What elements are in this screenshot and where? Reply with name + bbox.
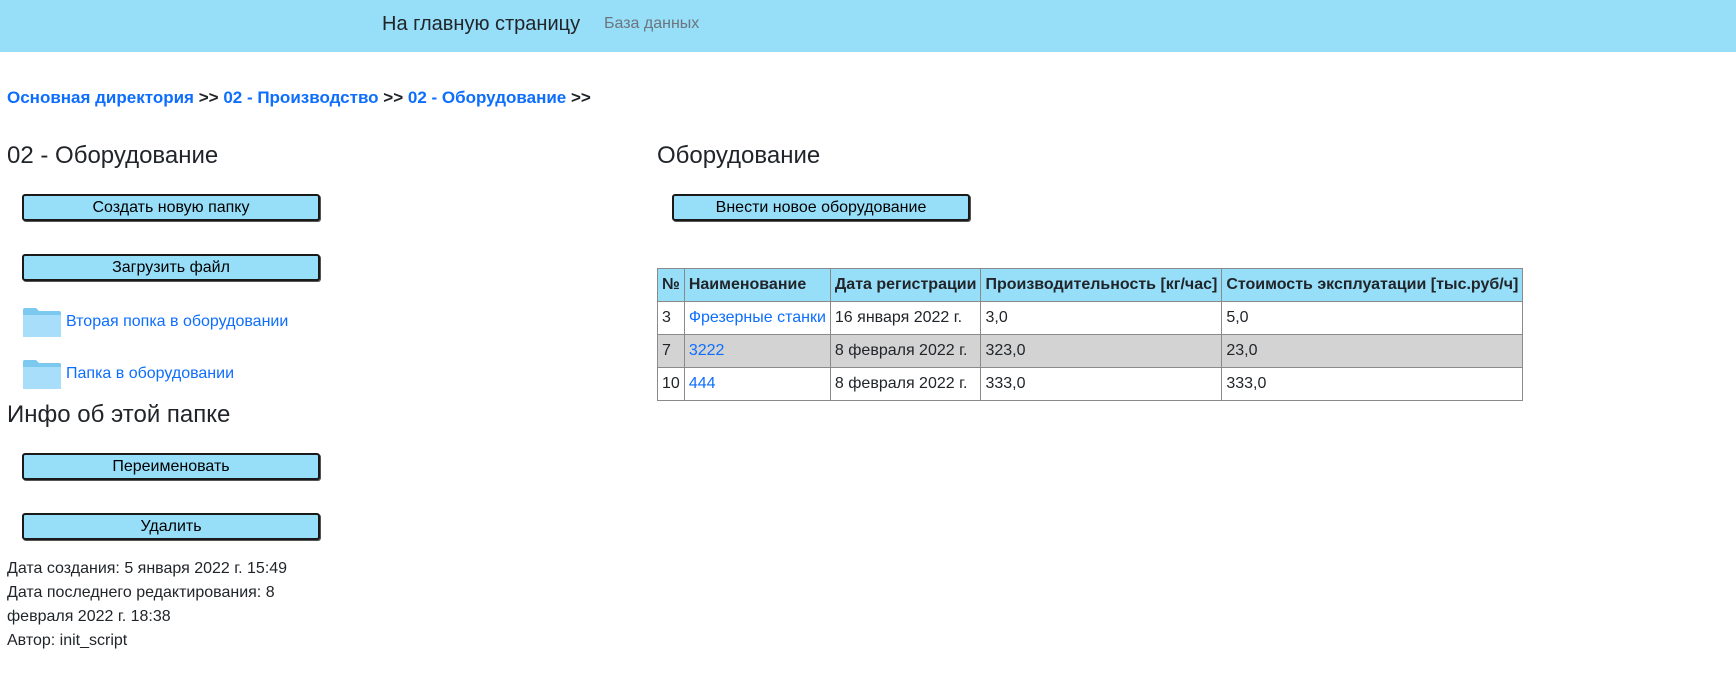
cell-date: 16 января 2022 г.: [829, 301, 982, 335]
database-link[interactable]: База данных: [604, 15, 699, 33]
cell-cost: 23,0: [1221, 334, 1524, 368]
home-link[interactable]: На главную страницу: [382, 13, 580, 36]
folder-title: 02 - Оборудование: [7, 142, 219, 169]
breadcrumb-item-equipment[interactable]: 02 - Оборудование: [408, 88, 566, 107]
equipment-link[interactable]: 3222: [689, 342, 725, 359]
create-folder-button[interactable]: Создать новую папку: [22, 194, 320, 221]
table-row: 7 3222 8 февраля 2022 г. 323,0 23,0: [657, 334, 1524, 368]
folder-item[interactable]: Папка в оборудовании: [22, 358, 234, 390]
column-header-number: №: [657, 268, 685, 302]
table-row: 10 444 8 февраля 2022 г. 333,0 333,0: [657, 367, 1524, 401]
cell-date: 8 февраля 2022 г.: [829, 367, 982, 401]
top-navbar: На главную страницу База данных: [0, 0, 1736, 52]
cell-cost: 333,0: [1221, 367, 1524, 401]
table-header-row: № Наименование Дата регистрации Производ…: [657, 268, 1524, 302]
add-equipment-button[interactable]: Внести новое оборудование: [672, 194, 970, 221]
column-header-name: Наименование: [683, 268, 831, 302]
column-header-cost: Стоимость эксплуатации [тыс.руб/ч]: [1221, 268, 1524, 302]
breadcrumb: Основная директория >> 02 - Производство…: [7, 88, 591, 108]
breadcrumb-item-root[interactable]: Основная директория: [7, 88, 194, 107]
folder-icon: [22, 306, 62, 338]
cell-productivity: 333,0: [980, 367, 1223, 401]
rename-button[interactable]: Переименовать: [22, 453, 320, 480]
folder-item[interactable]: Вторая попка в оборудовании: [22, 306, 288, 338]
folder-icon: [22, 358, 62, 390]
table-row: 3 Фрезерные станки 16 января 2022 г. 3,0…: [657, 301, 1524, 335]
equipment-link[interactable]: 444: [689, 375, 716, 392]
cell-date: 8 февраля 2022 г.: [829, 334, 982, 368]
equipment-link[interactable]: Фрезерные станки: [689, 309, 826, 326]
cell-number: 7: [657, 334, 685, 368]
modified-date: Дата последнего редактирования: 8 феврал…: [7, 584, 275, 625]
folder-link[interactable]: Вторая попка в оборудовании: [66, 313, 288, 331]
column-header-date: Дата регистрации: [829, 268, 982, 302]
folder-metadata: Дата создания: 5 января 2022 г. 15:49 Да…: [7, 557, 307, 653]
cell-name: Фрезерные станки: [683, 301, 831, 335]
column-header-productivity: Производительность [кг/час]: [980, 268, 1223, 302]
cell-name: 3222: [683, 334, 831, 368]
cell-cost: 5,0: [1221, 301, 1524, 335]
cell-productivity: 3,0: [980, 301, 1223, 335]
created-date: Дата создания: 5 января 2022 г. 15:49: [7, 560, 288, 577]
breadcrumb-separator: >>: [383, 88, 404, 107]
author: Автор: init_script: [7, 632, 128, 649]
equipment-title: Оборудование: [657, 142, 821, 169]
cell-productivity: 323,0: [980, 334, 1223, 368]
cell-number: 3: [657, 301, 685, 335]
cell-number: 10: [657, 367, 685, 401]
cell-name: 444: [683, 367, 831, 401]
breadcrumb-separator: >>: [570, 88, 591, 107]
breadcrumb-item-production[interactable]: 02 - Производство: [223, 88, 378, 107]
folder-info-title: Инфо об этой папке: [7, 401, 231, 428]
folder-link[interactable]: Папка в оборудовании: [66, 365, 234, 383]
delete-button[interactable]: Удалить: [22, 513, 320, 540]
equipment-table: № Наименование Дата регистрации Производ…: [657, 268, 1524, 401]
upload-file-button[interactable]: Загрузить файл: [22, 254, 320, 281]
breadcrumb-separator: >>: [198, 88, 219, 107]
